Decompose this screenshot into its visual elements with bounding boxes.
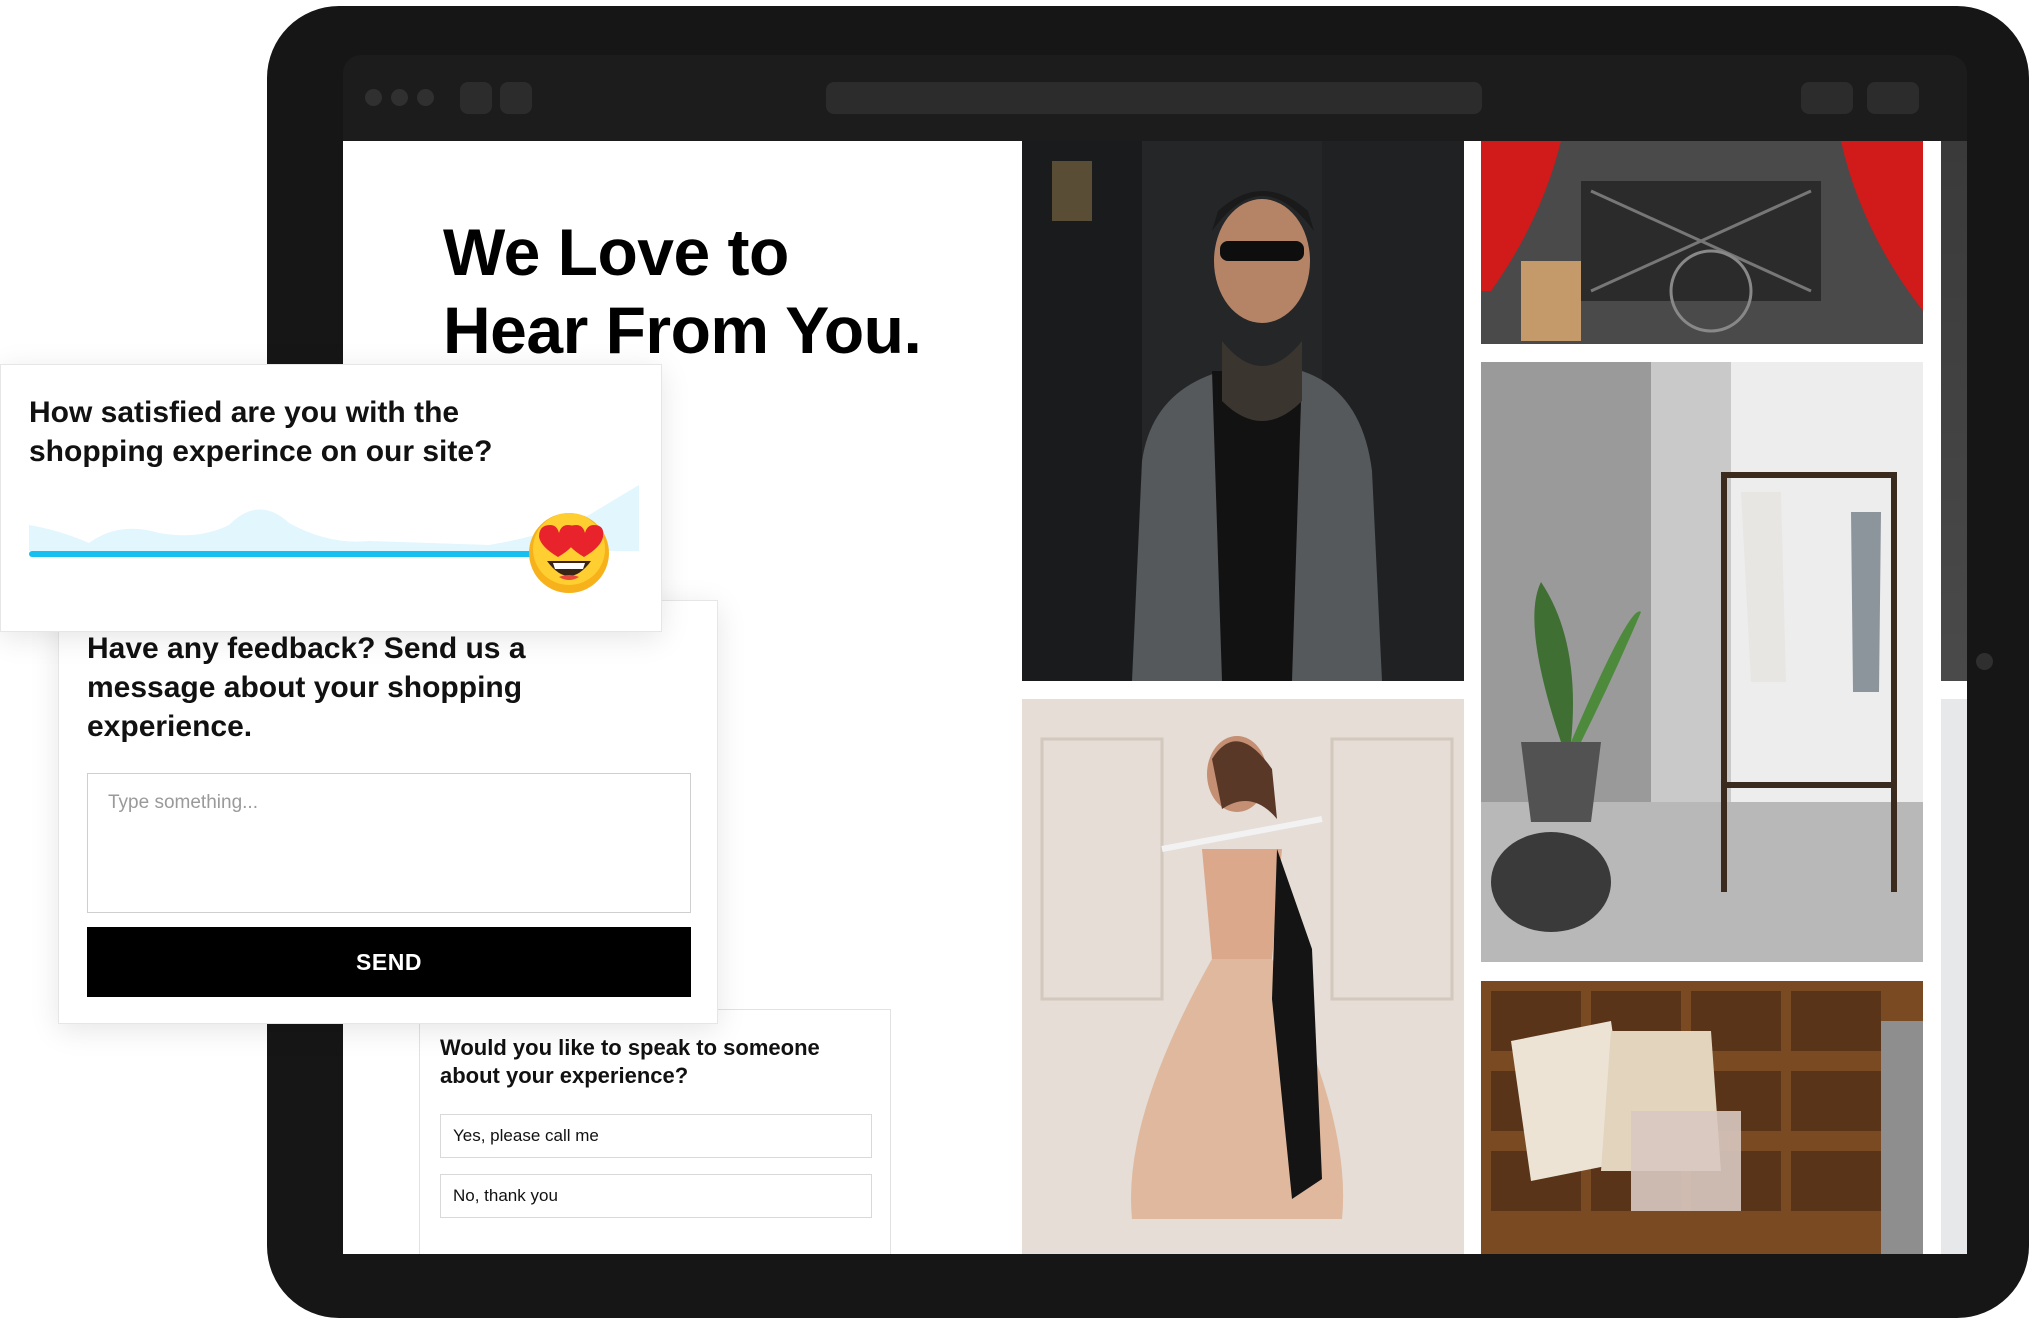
address-bar[interactable] — [826, 82, 1482, 114]
speak-to-someone-card: Would you like to speak to someone about… — [419, 1009, 891, 1254]
browser-toolbar — [343, 55, 1967, 141]
feedback-input[interactable] — [87, 773, 691, 913]
speak-question: Would you like to speak to someone about… — [440, 1035, 820, 1088]
back-button[interactable] — [460, 82, 492, 114]
photo-clothing-rack — [1481, 362, 1923, 962]
option-yes-call-me[interactable]: Yes, please call me — [440, 1114, 872, 1158]
window-dot-minimize[interactable] — [391, 89, 408, 106]
photo-edge-partial-top — [1941, 141, 1967, 681]
toolbar-button-2[interactable] — [1867, 82, 1919, 114]
satisfaction-slider[interactable] — [29, 485, 639, 593]
photo-edge-partial-bottom — [1941, 699, 1967, 1254]
camera-dot — [1976, 653, 1993, 670]
slider-track[interactable] — [29, 551, 569, 557]
satisfaction-question: How satisfied are you with the shopping … — [29, 396, 493, 468]
toolbar-button-1[interactable] — [1801, 82, 1853, 114]
heart-eyes-emoji-icon[interactable] — [525, 507, 613, 595]
window-dot-maximize[interactable] — [417, 89, 434, 106]
forward-button[interactable] — [500, 82, 532, 114]
send-button[interactable]: SEND — [87, 927, 691, 997]
window-dot-close[interactable] — [365, 89, 382, 106]
feedback-card: Have any feedback? Send us a message abo… — [58, 600, 718, 1024]
satisfaction-card: How satisfied are you with the shopping … — [0, 364, 662, 632]
option-no-thank-you[interactable]: No, thank you — [440, 1174, 872, 1218]
photo-man-in-coat — [1022, 141, 1464, 681]
page-title-line-1: We Love to — [443, 215, 789, 289]
photo-store-interior — [1481, 141, 1923, 344]
photo-woman-with-dress — [1022, 699, 1464, 1254]
page-title: We Love to Hear From You. — [443, 213, 1003, 369]
photo-store-drawers — [1481, 981, 1923, 1254]
page-title-line-2: Hear From You. — [443, 293, 922, 367]
feedback-title: Have any feedback? Send us a message abo… — [87, 632, 526, 743]
